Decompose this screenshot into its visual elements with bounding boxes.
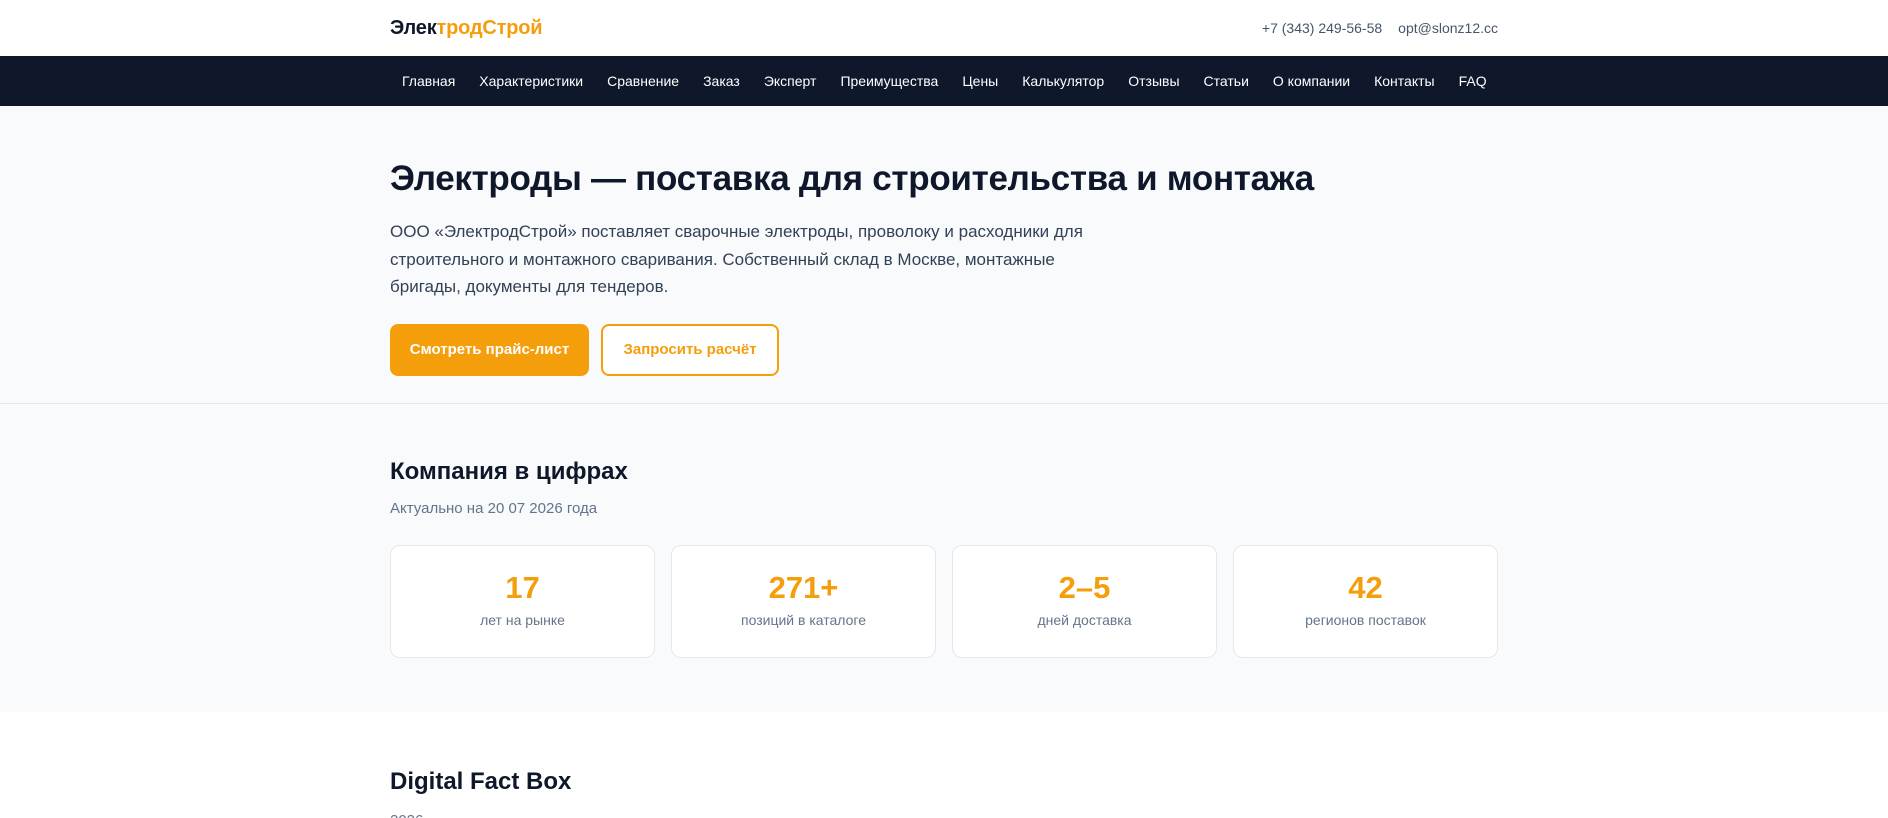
- email-link[interactable]: opt@slonz12.cc: [1398, 20, 1498, 36]
- factbox-partial-text: 2026: [390, 812, 1498, 818]
- logo-text-accent: тродСтрой: [436, 16, 543, 39]
- request-quote-button[interactable]: Запросить расчёт: [601, 323, 779, 376]
- nav-item-reviews[interactable]: Отзывы: [1116, 56, 1191, 106]
- stat-label: лет на рынке: [480, 612, 565, 628]
- main-nav: Главная Характеристики Сравнение Заказ Э…: [0, 56, 1888, 106]
- hero-buttons: Смотреть прайс-лист Запросить расчёт: [390, 323, 1498, 376]
- stat-label: дней доставка: [1037, 612, 1132, 628]
- stat-value: 2–5: [1058, 570, 1111, 605]
- nav-item-about[interactable]: О компании: [1261, 56, 1362, 106]
- nav-item-home[interactable]: Главная: [390, 56, 467, 106]
- stat-value: 17: [505, 570, 540, 605]
- hero-section: Электроды — поставка для строительства и…: [0, 106, 1888, 404]
- logo-text-dark: Элек: [390, 16, 437, 39]
- nav-item-order[interactable]: Заказ: [691, 56, 752, 106]
- nav-item-prices[interactable]: Цены: [950, 56, 1010, 106]
- price-list-button[interactable]: Смотреть прайс-лист: [390, 323, 589, 376]
- nav-item-expert[interactable]: Эксперт: [752, 56, 829, 106]
- phone-link[interactable]: +7 (343) 249-56-58: [1262, 20, 1382, 36]
- stat-card-regions: 42 регионов поставок: [1233, 545, 1498, 658]
- header-contacts: +7 (343) 249-56-58 opt@slonz12.cc: [1262, 20, 1498, 36]
- stat-value: 42: [1348, 570, 1383, 605]
- factbox-title: Digital Fact Box: [390, 768, 572, 795]
- nav-item-characteristics[interactable]: Характеристики: [467, 56, 595, 106]
- nav-item-faq[interactable]: FAQ: [1447, 56, 1499, 106]
- stats-section: Компания в цифрах Актуально на 20 07 202…: [0, 404, 1888, 712]
- stat-card-years: 17 лет на рынке: [390, 545, 655, 658]
- factbox-section: Digital Fact Box 2026: [0, 712, 1888, 818]
- topbar: ЭлектродСтрой +7 (343) 249-56-58 opt@slo…: [0, 0, 1888, 56]
- nav-item-articles[interactable]: Статьи: [1192, 56, 1261, 106]
- stats-grid: 17 лет на рынке 271+ позиций в каталоге …: [390, 545, 1498, 658]
- stat-value: 271+: [768, 570, 839, 605]
- stat-label: регионов поставок: [1305, 612, 1426, 628]
- stat-card-catalog: 271+ позиций в каталоге: [671, 545, 936, 658]
- hero-description: ООО «ЭлектродСтрой» поставляет сварочные…: [390, 222, 1083, 296]
- stat-label: позиций в каталоге: [741, 612, 866, 628]
- site-logo[interactable]: ЭлектродСтрой: [390, 16, 543, 40]
- hero-title: Электроды — поставка для строительства и…: [390, 159, 1314, 198]
- nav-item-calculator[interactable]: Калькулятор: [1010, 56, 1116, 106]
- stats-subtitle: Актуально на 20 07 2026 года: [390, 500, 598, 517]
- stats-title: Компания в цифрах: [390, 458, 628, 485]
- stat-card-delivery: 2–5 дней доставка: [952, 545, 1217, 658]
- nav-item-comparison[interactable]: Сравнение: [595, 56, 691, 106]
- nav-item-advantages[interactable]: Преимущества: [828, 56, 950, 106]
- nav-item-contacts[interactable]: Контакты: [1362, 56, 1446, 106]
